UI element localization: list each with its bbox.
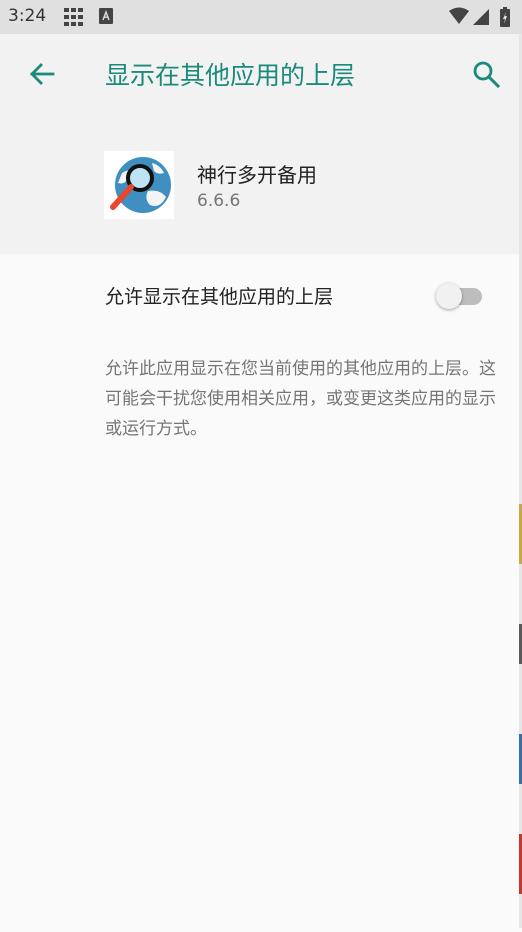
overlay-permission-row[interactable]: 允许显示在其他应用的上层 — [0, 254, 522, 338]
toolbar: 显示在其他应用的上层 — [0, 34, 522, 118]
overlay-permission-switch[interactable] — [436, 282, 484, 310]
status-time: 3:24 — [8, 6, 47, 26]
back-button[interactable] — [22, 56, 62, 96]
globe-magnifier-icon — [104, 151, 174, 219]
a-icon — [99, 8, 113, 28]
app-header: 神行多开备用 6.6.6 — [0, 118, 522, 254]
app-version: 6.6.6 — [197, 191, 241, 211]
grid-icon — [64, 8, 84, 30]
page-title: 显示在其他应用的上层 — [105, 61, 356, 90]
search-button[interactable] — [466, 56, 506, 96]
app-name: 神行多开备用 — [197, 163, 317, 187]
arrow-back-icon — [28, 60, 56, 92]
battery-icon — [500, 7, 510, 31]
wifi-icon — [449, 7, 469, 29]
permission-description: 允许此应用显示在您当前使用的其他应用的上层。这可能会干扰您使用相关应用，或变更这… — [105, 359, 496, 439]
switch-thumb — [436, 283, 462, 309]
status-bar: 3:24 — [0, 0, 522, 34]
search-icon — [472, 60, 501, 92]
signal-icon — [473, 7, 489, 29]
setting-label: 允许显示在其他应用的上层 — [105, 286, 334, 308]
